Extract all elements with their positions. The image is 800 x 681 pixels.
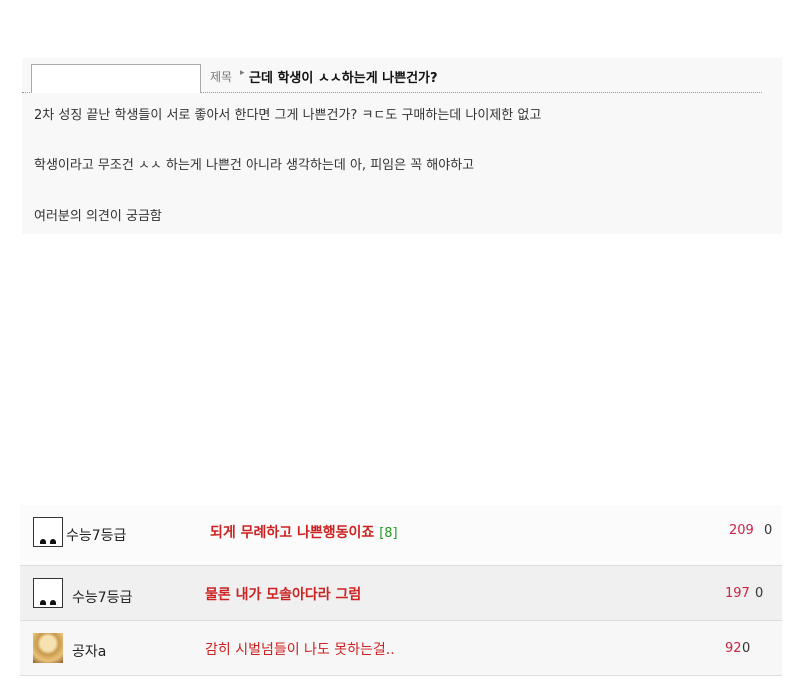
comment-views: 197 (725, 586, 750, 601)
comment-text[interactable]: 감히 시벌넘들이 나도 못하는걸.. (205, 639, 395, 659)
comment-row: 수능7등급 물론 내가 모솔아다라 그럼 197 0 (20, 566, 782, 621)
comment-text-body[interactable]: 되게 무례하고 나쁜행동이죠 (210, 525, 374, 541)
post-body-line: 학생이라고 무조건 ㅅㅅ 하는게 나쁜건 아니라 생각하는데 아, 피임은 꼭 … (34, 158, 475, 173)
default-avatar-icon[interactable] (33, 517, 63, 547)
reply-count[interactable]: [8] (379, 526, 397, 541)
title-label: 제목 (210, 70, 233, 84)
comment-text[interactable]: 물론 내가 모솔아다라 그럼 (205, 584, 361, 604)
comment-views: 92 (725, 641, 742, 656)
post-title: 근데 학생이 ㅅㅅ하는게 나쁜건가? (249, 71, 438, 86)
post-body-line: 여러분의 의견이 궁금함 (34, 209, 162, 224)
comment-nickname[interactable]: 수능7등급 (72, 587, 132, 607)
comment-views: 209 (729, 523, 754, 538)
title-tab-box (31, 64, 201, 93)
comment-text-body[interactable]: 감히 시벌넘들이 나도 못하는걸.. (205, 642, 395, 658)
post-body-line: 2차 성징 끝난 학생들이 서로 좋아서 한다면 그게 나쁜건가? ㅋㄷ도 구매… (34, 108, 542, 123)
comment-row: 공자a 감히 시벌넘들이 나도 못하는걸.. 92 0 (20, 621, 782, 676)
photo-avatar[interactable] (33, 633, 63, 663)
comment-text[interactable]: 되게 무례하고 나쁜행동이죠 [8] (210, 522, 398, 542)
post-content: 제목 ▸ 근데 학생이 ㅅㅅ하는게 나쁜건가? 2차 성징 끝난 학생들이 서로… (22, 58, 782, 234)
comment-list: 수능7등급 되게 무례하고 나쁜행동이죠 [8] 209 0 수능7등급 물론 … (20, 505, 782, 676)
comment-votes: 0 (742, 641, 751, 656)
comment-votes: 0 (764, 523, 773, 538)
comment-row: 수능7등급 되게 무례하고 나쁜행동이죠 [8] 209 0 (20, 505, 782, 566)
comment-text-body[interactable]: 물론 내가 모솔아다라 그럼 (205, 587, 361, 603)
comment-nickname[interactable]: 공자a (72, 641, 106, 661)
post-title-row: 제목 ▸ 근데 학생이 ㅅㅅ하는게 나쁜건가? (22, 58, 762, 93)
comment-nickname[interactable]: 수능7등급 (66, 525, 126, 545)
arrow-right-icon: ▸ (240, 68, 245, 78)
comment-votes: 0 (755, 586, 764, 601)
default-avatar-icon[interactable] (33, 578, 63, 608)
